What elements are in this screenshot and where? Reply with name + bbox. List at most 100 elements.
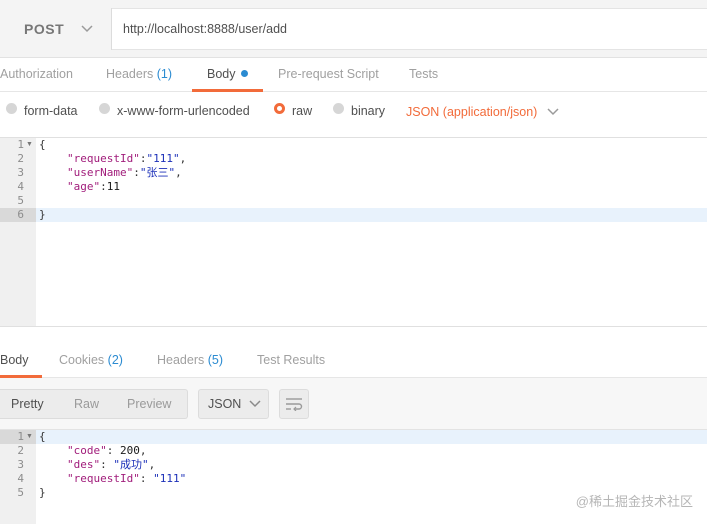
chevron-down-icon: [249, 400, 261, 408]
code-line: "des": "成功",: [67, 458, 155, 472]
brace: }: [39, 208, 46, 221]
line-number: 4: [17, 472, 24, 485]
tab-label: Body: [207, 67, 236, 81]
line-number: 1: [17, 138, 24, 151]
fold-arrow-icon[interactable]: ▼: [26, 138, 33, 152]
tab-response-headers[interactable]: Headers (5): [157, 340, 223, 378]
radio-label: binary: [351, 104, 386, 118]
json-key: "code": [67, 444, 107, 457]
tab-body[interactable]: Body: [207, 58, 248, 92]
json-value: "成功": [113, 458, 149, 471]
method-dropdown[interactable]: POST: [0, 8, 112, 50]
code-line: "userName":"张三",: [67, 166, 182, 180]
line-number: 3: [17, 166, 24, 179]
content-type-dropdown[interactable]: JSON (application/json): [406, 105, 559, 119]
brace: {: [39, 138, 46, 151]
fold-arrow-icon[interactable]: ▼: [26, 430, 33, 444]
tab-label: Cookies: [59, 353, 105, 367]
body-type-selector: form-data x-www-form-urlencoded raw bina…: [0, 92, 707, 138]
tab-count: (1): [156, 67, 173, 81]
radio-raw[interactable]: raw: [274, 102, 313, 118]
json-comma: ,: [139, 444, 147, 457]
chevron-down-icon: [81, 25, 93, 33]
method-label: POST: [24, 21, 65, 37]
tab-label: Pre-request Script: [278, 67, 379, 81]
code-line: "requestId": "111": [67, 472, 186, 486]
content-type-label: JSON (application/json): [406, 105, 538, 119]
current-line-highlight: [0, 430, 707, 444]
json-key: "des": [67, 458, 101, 471]
json-value: "张三": [139, 166, 176, 179]
code-line: {: [39, 138, 46, 152]
radio-label: x-www-form-urlencoded: [117, 104, 250, 118]
radio-off-icon: [99, 102, 110, 114]
radio-on-icon: [274, 102, 285, 114]
brace: }: [39, 486, 46, 499]
radio-form-data[interactable]: form-data: [6, 102, 78, 118]
url-input[interactable]: http://localhost:8888/user/add: [112, 8, 707, 50]
request-bar: POST http://localhost:8888/user/add: [0, 0, 707, 58]
response-toolbar: Pretty Raw Preview JSON: [0, 378, 707, 430]
request-tabs: Authorization Headers (1) Body Pre-reque…: [0, 58, 707, 92]
response-tabs: Body Cookies (2) Headers (5) Test Result…: [0, 340, 707, 378]
wrap-lines-button[interactable]: [279, 389, 309, 419]
json-comma: ,: [148, 458, 156, 471]
tab-cookies[interactable]: Cookies (2): [59, 340, 123, 378]
tab-pre-request-script[interactable]: Pre-request Script: [278, 58, 379, 92]
json-value: 11: [106, 180, 120, 193]
json-value: "111": [153, 472, 187, 485]
tab-count: (2): [107, 353, 123, 367]
radio-off-icon: [333, 102, 344, 114]
tab-label: Body: [0, 353, 29, 367]
tab-count: (5): [207, 353, 224, 367]
json-sep: :: [100, 180, 107, 193]
pane-divider[interactable]: [0, 326, 707, 340]
watermark: @稀土掘金技术社区: [575, 494, 693, 509]
tab-tests[interactable]: Tests: [409, 58, 438, 92]
json-key: "userName": [67, 166, 134, 179]
tab-test-results[interactable]: Test Results: [257, 340, 325, 378]
line-number: 2: [17, 152, 24, 165]
view-raw-button[interactable]: Raw: [74, 390, 99, 418]
brace: {: [39, 430, 46, 443]
tab-label: Test Results: [257, 353, 326, 367]
json-value: 200: [120, 444, 140, 457]
json-key: "requestId": [67, 472, 140, 485]
view-preview-button[interactable]: Preview: [127, 390, 171, 418]
view-mode-segmented: Pretty Raw Preview: [0, 389, 188, 419]
tab-label: Headers: [106, 67, 154, 81]
json-comma: ,: [179, 152, 187, 165]
radio-label: raw: [292, 104, 313, 118]
radio-label: form-data: [24, 104, 78, 118]
tab-label: Headers: [157, 353, 205, 367]
json-key: "requestId": [67, 152, 140, 165]
code-line: "code": 200,: [67, 444, 147, 458]
code-line: "requestId":"111",: [67, 152, 186, 166]
line-number: 6: [17, 208, 24, 221]
wrap-lines-icon: [286, 398, 303, 411]
radio-urlencoded[interactable]: x-www-form-urlencoded: [99, 102, 250, 118]
code-line: "age":11: [67, 180, 120, 194]
chevron-down-icon: [547, 108, 559, 116]
radio-off-icon: [6, 102, 17, 114]
modified-dot-icon: [240, 70, 248, 77]
radio-binary[interactable]: binary: [333, 102, 386, 118]
json-sep: :: [139, 472, 154, 485]
format-label: JSON: [208, 397, 242, 411]
line-number: 4: [17, 180, 24, 193]
current-line-highlight: [0, 208, 707, 222]
format-dropdown[interactable]: JSON: [198, 389, 269, 419]
json-sep: :: [100, 458, 114, 471]
code-line: {: [39, 430, 46, 444]
tab-authorization[interactable]: Authorization: [0, 58, 73, 92]
tab-response-body[interactable]: Body: [0, 340, 29, 378]
json-key: "age": [67, 180, 101, 193]
json-comma: ,: [175, 166, 182, 179]
view-pretty-button[interactable]: Pretty: [11, 390, 44, 418]
code-line: }: [39, 208, 46, 222]
line-number: 2: [17, 444, 24, 457]
line-number: 5: [17, 194, 24, 207]
line-number: 1: [17, 430, 24, 443]
json-sep: :: [106, 444, 120, 457]
tab-headers[interactable]: Headers (1): [106, 58, 172, 92]
